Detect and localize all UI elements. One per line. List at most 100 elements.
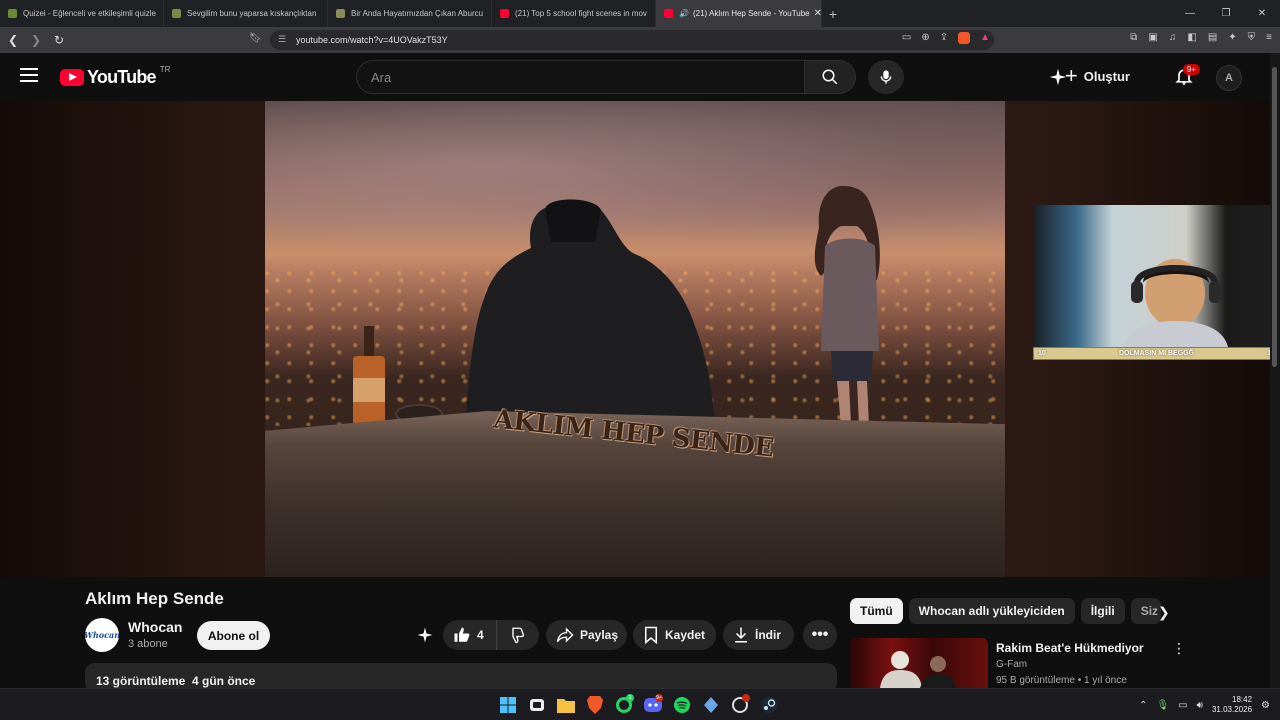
wallet-icon[interactable]: ▤ [1208, 32, 1217, 43]
thumbs-up-icon [454, 627, 470, 642]
brave-rewards-icon[interactable]: ▲ [980, 32, 990, 44]
window-controls: — ❐ ✕ [1172, 0, 1280, 27]
tray-mic-icon[interactable]: 🎙︎ [1157, 700, 1170, 711]
search-placeholder: Ara [371, 69, 392, 85]
media-icon[interactable]: ♫ [1169, 32, 1177, 43]
scrollbar-thumb[interactable] [1272, 67, 1277, 367]
tab-close-icon[interactable]: ✕ [810, 8, 821, 19]
chip-related[interactable]: İlgili [1080, 598, 1125, 624]
recommended-channel[interactable]: G-Fam [996, 659, 1027, 670]
browser-tab-2[interactable]: Sevgilim bunu yaparsa kıskançlıktan [164, 0, 328, 27]
speaker-icon[interactable]: 🔊 [679, 9, 689, 18]
dislike-button[interactable] [497, 626, 537, 644]
bottle-figure [353, 326, 385, 426]
save-button[interactable]: Kaydet [633, 620, 716, 650]
webcam-bar-left: 10 [1038, 350, 1046, 357]
vpn-icon[interactable]: ⛨ [1248, 32, 1256, 43]
recommended-title[interactable]: Rakim Beat'e Hükmediyor [996, 641, 1176, 655]
spotify-icon[interactable] [671, 694, 693, 716]
browser-tab-active[interactable]: 🔊 (21) Aklım Hep Sende - YouTube ✕ [656, 0, 822, 27]
save-label: Kaydet [665, 628, 706, 642]
search-button[interactable] [804, 60, 856, 94]
browser-tab-4[interactable]: (21) Top 5 school fight scenes in mov [492, 0, 656, 27]
browser-tab-1[interactable]: Quizei - Eğlenceli ve etkileşimli quizle [0, 0, 164, 27]
cast-icon[interactable]: ▭ [902, 32, 911, 44]
forward-icon[interactable]: ❯ [26, 33, 46, 47]
reload-icon[interactable]: ↻ [49, 33, 69, 47]
game-launcher-icon[interactable] [729, 694, 751, 716]
thumbs-down-icon [512, 627, 524, 644]
video-frame[interactable]: AKLIM HEP SENDE [265, 101, 1005, 577]
download-label: İndir [755, 628, 781, 642]
create-button[interactable]: + Oluştur [1065, 65, 1130, 87]
chip-for-you[interactable]: Siz [1130, 598, 1161, 624]
channel-name[interactable]: Whocan [128, 619, 182, 635]
chips-next-chevron-icon[interactable]: ❯ [1158, 604, 1170, 621]
channel-avatar[interactable]: Whocan [85, 618, 119, 652]
leo-icon[interactable]: ✦ [1228, 32, 1236, 43]
vpn-app-icon[interactable] [700, 694, 722, 716]
webcam-overlay: 10 DOLMASIN MI BEGGĞ 10 [1033, 205, 1280, 360]
discord-icon[interactable]: 9+ [642, 694, 664, 716]
zoom-icon[interactable]: ⊕ [921, 32, 929, 44]
chip-all[interactable]: Tümü [850, 598, 903, 624]
more-actions-button[interactable]: ••• [803, 620, 837, 650]
youtube-header: YouTube TR Ara + Oluştur 9+ A [0, 53, 1280, 101]
youtube-logo[interactable]: YouTube TR [60, 65, 171, 88]
bookmark-save-icon [645, 626, 657, 644]
chip-from-uploader[interactable]: Whocan adlı yükleyiciden [908, 598, 1075, 624]
sidebar-icon[interactable]: ◧ [1187, 32, 1196, 43]
steam-icon[interactable] [758, 694, 780, 716]
whatsapp-icon[interactable]: 1 [613, 694, 635, 716]
extensions-icon[interactable]: ⧉ [1130, 32, 1137, 43]
more-vertical-icon[interactable]: ⋮ [1172, 640, 1186, 657]
clock-time: 18:42 [1232, 695, 1253, 704]
tray-chevron-icon[interactable]: ⌃ [1139, 700, 1147, 711]
tab-title: (21) Aklım Hep Sende - YouTube [692, 9, 810, 18]
like-button[interactable]: 4 [443, 620, 497, 650]
subscribe-button[interactable]: Abone ol [197, 621, 270, 650]
brave-browser-icon[interactable] [584, 694, 606, 716]
windows-start-icon[interactable] [497, 694, 519, 716]
ask-sparkle-icon[interactable] [416, 626, 434, 644]
youtube-play-icon [60, 69, 84, 86]
browser-tab-3[interactable]: Bir Anda Hayatımızdan Çıkan Aburcu [328, 0, 492, 27]
more-horizontal-icon: ••• [811, 626, 829, 643]
network-icon[interactable]: ▭ [1178, 700, 1187, 711]
brave-shields-icon[interactable] [958, 32, 971, 44]
site-settings-icon[interactable]: ☰ [278, 34, 286, 45]
task-view-icon[interactable] [526, 694, 548, 716]
country-code: TR [159, 65, 171, 74]
voice-search-button[interactable] [868, 60, 904, 94]
share-button[interactable]: Paylaş [546, 620, 627, 650]
taskbar-clock[interactable]: 18:42 31.03.2026 [1212, 695, 1252, 715]
notification-center-icon[interactable]: ⚙︎ [1261, 700, 1270, 711]
screenshot-icon[interactable]: ▣ [1148, 32, 1157, 43]
share-page-icon[interactable]: ⇪ [940, 32, 948, 44]
account-avatar[interactable]: A [1216, 65, 1242, 91]
hamburger-menu-icon[interactable] [20, 68, 38, 82]
page-scrollbar[interactable] [1270, 53, 1280, 688]
webcam-caption-bar: 10 DOLMASIN MI BEGGĞ 10 [1033, 347, 1280, 360]
youtube-favicon-icon [500, 9, 509, 18]
close-window-icon[interactable]: ✕ [1244, 0, 1280, 27]
download-button[interactable]: İndir [723, 620, 794, 650]
address-bar[interactable]: ☰ youtube.com/watch?v=4UOVakzT53Y [270, 30, 994, 50]
screen: Quizei - Eğlenceli ve etkileşimli quizle… [0, 0, 1280, 720]
minimize-icon[interactable]: — [1172, 0, 1208, 27]
webcam-bar-text: DOLMASIN MI BEGGĞ [1118, 350, 1195, 357]
menu-icon[interactable]: ≡ [1266, 32, 1272, 43]
new-tab-button[interactable]: + [822, 6, 844, 22]
volume-icon[interactable]: 🔊︎ [1197, 700, 1203, 711]
streamer-figure [1123, 259, 1228, 347]
bookmark-icon[interactable]: 🔖︎ [249, 33, 262, 44]
search-input[interactable]: Ara [356, 60, 804, 94]
tab-title: Bir Anda Hayatımızdan Çıkan Aburcu [351, 9, 484, 18]
like-dislike-group: 4 [443, 620, 539, 650]
tab-favicon-icon [8, 9, 17, 18]
recommended-thumbnail[interactable] [850, 638, 988, 688]
file-explorer-icon[interactable] [555, 694, 577, 716]
man-figure [465, 199, 715, 426]
back-icon[interactable]: ❮ [3, 33, 23, 47]
restore-icon[interactable]: ❐ [1208, 0, 1244, 27]
